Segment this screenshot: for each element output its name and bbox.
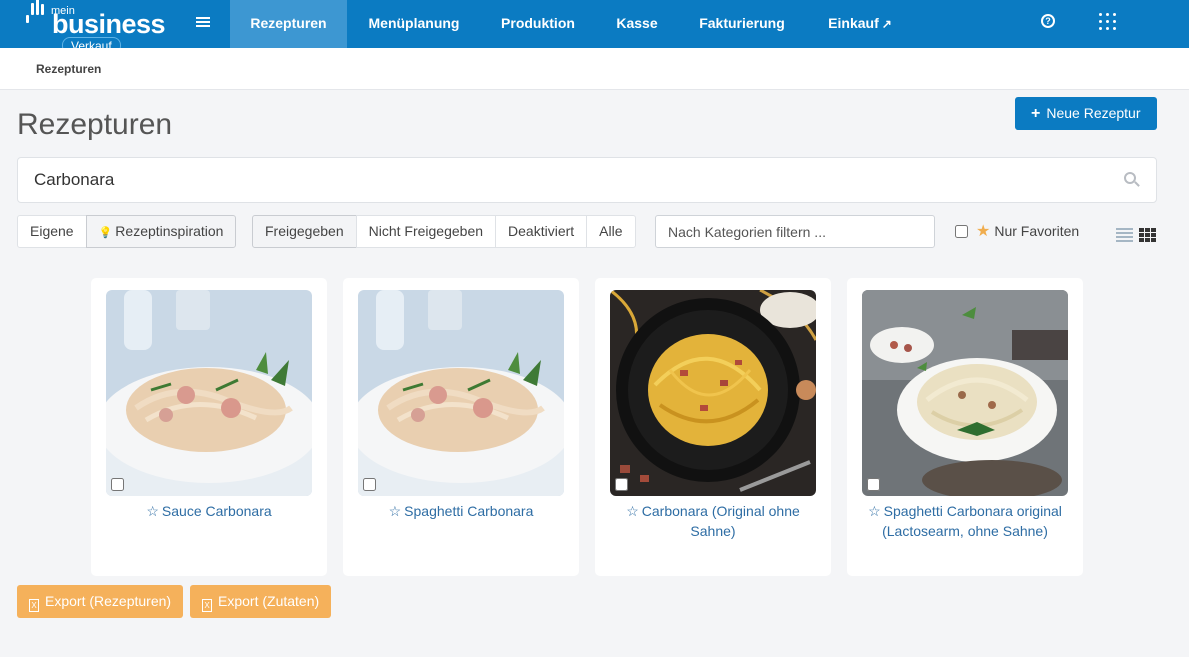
recipe-image-spaghetti-black[interactable] (610, 290, 816, 496)
favorites-checkbox[interactable] (955, 224, 968, 238)
recipe-title-link[interactable]: ☆ Spaghetti Carbonara (353, 502, 569, 522)
search-input[interactable] (34, 168, 1114, 192)
recipe-title: Carbonara (Original ohne Sahne) (641, 503, 800, 539)
filter-nicht-freigegeben[interactable]: Nicht Freigegeben (355, 215, 497, 248)
category-filter-input[interactable] (655, 215, 935, 248)
search-box (17, 157, 1157, 203)
recipe-title-link[interactable]: ☆ Carbonara (Original ohne Sahne) (605, 502, 821, 541)
plus-icon: + (1031, 105, 1041, 122)
excel-file-icon: X (202, 599, 212, 612)
recipe-select-checkbox[interactable] (615, 478, 628, 491)
filter-rezeptinspiration-label: Rezeptinspiration (115, 223, 224, 239)
nav-menueplanung[interactable]: Menüplanung (351, 0, 477, 48)
export-ingredients-label: Export (Zutaten) (218, 593, 320, 609)
help-circle-icon[interactable]: ? (1041, 14, 1055, 28)
recipe-title: Spaghetti Carbonara (404, 503, 534, 519)
list-view-icon[interactable] (1116, 228, 1133, 242)
logo[interactable]: mein business Verkauf (26, 0, 166, 54)
nav-rezepturen[interactable]: Rezepturen (230, 0, 347, 48)
export-recipes-button[interactable]: X Export (Rezepturen) (17, 585, 184, 618)
star-outline-icon[interactable]: ☆ (868, 503, 881, 519)
nav-fakturierung[interactable]: Fakturierung (686, 0, 798, 48)
filter-rezeptinspiration[interactable]: 💡 Rezeptinspiration (85, 215, 237, 248)
recipe-card[interactable]: ☆ Sauce Carbonara (91, 278, 327, 576)
recipe-select-checkbox[interactable] (867, 478, 880, 491)
filter-alle[interactable]: Alle (586, 215, 636, 248)
apps-grid-icon[interactable] (1099, 13, 1117, 31)
filter-deaktiviert[interactable]: Deaktiviert (495, 215, 588, 248)
tile-view-icon[interactable] (1139, 228, 1157, 242)
nav-kasse[interactable]: Kasse (604, 0, 670, 48)
status-filter-group: Freigegeben Nicht Freigegeben Deaktivier… (252, 215, 636, 248)
recipe-select-checkbox[interactable] (363, 478, 376, 491)
top-navbar: mein business Verkauf Rezepturen Menüpla… (0, 0, 1189, 54)
logo-business: business (52, 9, 166, 39)
recipe-title-link[interactable]: ☆ Sauce Carbonara (101, 502, 317, 522)
recipe-image-pasta[interactable] (106, 290, 312, 496)
recipe-card[interactable]: ☆ Spaghetti Carbonara (343, 278, 579, 576)
export-recipes-label: Export (Rezepturen) (45, 593, 172, 609)
nav-einkauf[interactable]: Einkauf ↗ (812, 0, 908, 48)
breadcrumb: Rezepturen (0, 48, 1189, 90)
star-outline-icon[interactable]: ☆ (389, 503, 402, 519)
nav-einkauf-label: Einkauf (828, 15, 879, 31)
star-icon: ★ (976, 223, 991, 240)
favorites-filter[interactable]: ★ Nur Favoriten (955, 221, 1079, 241)
new-recipe-button[interactable]: + Neue Rezeptur (1015, 97, 1157, 130)
recipe-card[interactable]: ☆ Spaghetti Carbonara original (Lactosear… (847, 278, 1083, 576)
recipe-card[interactable]: ☆ Carbonara (Original ohne Sahne) (595, 278, 831, 576)
hamburger-icon[interactable] (196, 15, 210, 29)
export-ingredients-button[interactable]: X Export (Zutaten) (190, 585, 332, 618)
lightbulb-icon: 💡 (98, 227, 113, 239)
breadcrumb-current: Rezepturen (36, 62, 102, 76)
recipe-title: Spaghetti Carbonara original (Lactosearm… (882, 503, 1062, 539)
star-outline-icon[interactable]: ☆ (146, 503, 159, 519)
nav-produktion[interactable]: Produktion (486, 0, 590, 48)
filter-freigegeben[interactable]: Freigegeben (252, 215, 357, 248)
excel-file-icon: X (29, 599, 39, 612)
star-outline-icon[interactable]: ☆ (626, 503, 639, 519)
page-title: Rezepturen (17, 108, 173, 141)
recipe-title: Sauce Carbonara (161, 503, 272, 519)
filter-eigene[interactable]: Eigene (17, 215, 87, 248)
scope-filter-group: Eigene 💡 Rezeptinspiration (17, 215, 237, 248)
search-icon[interactable] (1124, 172, 1140, 188)
new-recipe-label: Neue Rezeptur (1046, 105, 1141, 121)
external-link-icon: ↗ (881, 17, 892, 31)
favorites-label: Nur Favoriten (994, 223, 1080, 239)
recipe-title-link[interactable]: ☆ Spaghetti Carbonara original (Lactosear… (857, 502, 1073, 541)
recipe-image-pasta[interactable] (358, 290, 564, 496)
recipe-select-checkbox[interactable] (111, 478, 124, 491)
recipe-image-spaghetti-bowl[interactable] (862, 290, 1068, 496)
